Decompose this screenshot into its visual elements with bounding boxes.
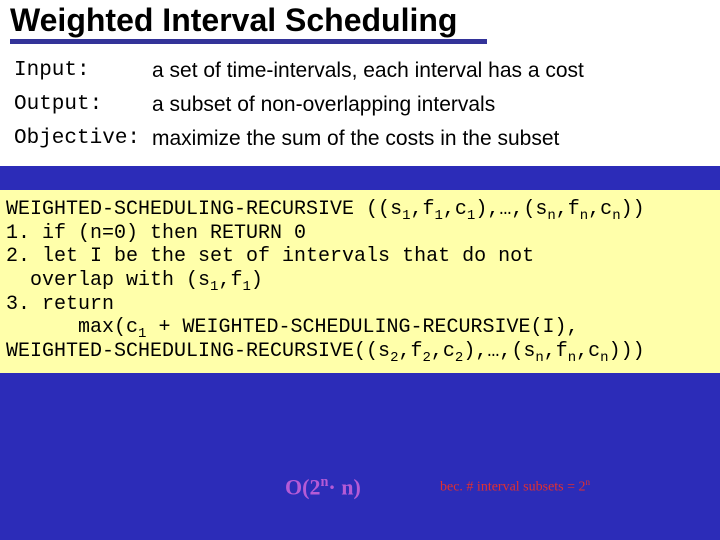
objective-text: maximize the sum of the costs in the sub… bbox=[148, 122, 588, 156]
row-output: Output: a subset of non-overlapping inte… bbox=[10, 88, 588, 122]
big-o-annotation: O(2n· n) bbox=[285, 474, 361, 500]
code-line-3: 3. return bbox=[6, 293, 714, 317]
output-label: Output: bbox=[10, 88, 148, 122]
code-line-2: 2. let I be the set of intervals that do… bbox=[6, 245, 714, 269]
slide: Weighted Interval Scheduling Input: a se… bbox=[0, 0, 720, 540]
definitions-table: Input: a set of time-intervals, each int… bbox=[10, 54, 588, 156]
code-line-3b: max(c1 + WEIGHTED-SCHEDULING-RECURSIVE(I… bbox=[6, 316, 714, 340]
separator bbox=[0, 166, 720, 190]
input-label: Input: bbox=[10, 54, 148, 88]
output-text: a subset of non-overlapping intervals bbox=[148, 88, 588, 122]
input-text: a set of time-intervals, each interval h… bbox=[148, 54, 588, 88]
code-line-3c: WEIGHTED-SCHEDULING-RECURSIVE((s2,f2,c2)… bbox=[6, 340, 714, 364]
row-input: Input: a set of time-intervals, each int… bbox=[10, 54, 588, 88]
code-line-2b: overlap with (s1,f1) bbox=[6, 269, 714, 293]
code-line-1: 1. if (n=0) then RETURN 0 bbox=[6, 222, 714, 246]
code-header: WEIGHTED-SCHEDULING-RECURSIVE ((s1,f1,c1… bbox=[6, 198, 714, 222]
row-objective: Objective: maximize the sum of the costs… bbox=[10, 122, 588, 156]
pseudocode-block: WEIGHTED-SCHEDULING-RECURSIVE ((s1,f1,c1… bbox=[0, 190, 720, 373]
definitions-block: Input: a set of time-intervals, each int… bbox=[0, 48, 720, 166]
title-area: Weighted Interval Scheduling bbox=[0, 0, 720, 48]
reason-annotation: bec. # interval subsets = 2n bbox=[440, 477, 590, 496]
objective-label: Objective: bbox=[10, 122, 148, 156]
slide-title: Weighted Interval Scheduling bbox=[10, 2, 487, 44]
